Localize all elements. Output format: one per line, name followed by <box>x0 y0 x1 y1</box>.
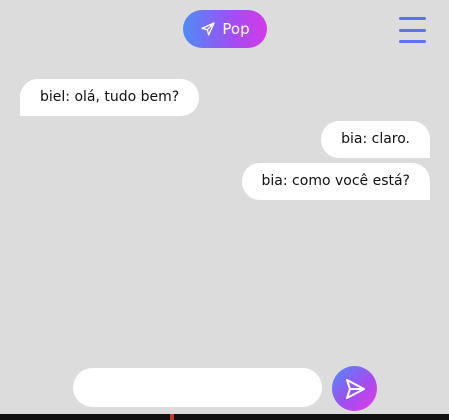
pop-button[interactable]: Pop <box>183 10 267 48</box>
menu-line <box>399 28 426 32</box>
send-button[interactable] <box>332 366 377 411</box>
message-bubble-received: biel: olá, tudo bem? <box>20 79 200 116</box>
taskbar-strip <box>0 414 449 420</box>
menu-line <box>399 17 426 20</box>
message-text: bia: como você está? <box>261 173 410 189</box>
message-text: biel: olá, tudo bem? <box>40 89 180 105</box>
taskbar-accent <box>170 414 174 420</box>
message-bubble-sent: bia: claro. <box>321 121 430 158</box>
send-outline-icon <box>201 22 216 36</box>
pop-label: Pop <box>222 20 250 38</box>
message-bubble-sent: bia: como você está? <box>241 163 430 200</box>
hamburger-menu-icon[interactable] <box>399 17 426 43</box>
send-icon <box>345 378 365 399</box>
menu-line <box>399 40 426 43</box>
message-input[interactable] <box>73 368 322 407</box>
message-text: bia: claro. <box>341 131 410 147</box>
